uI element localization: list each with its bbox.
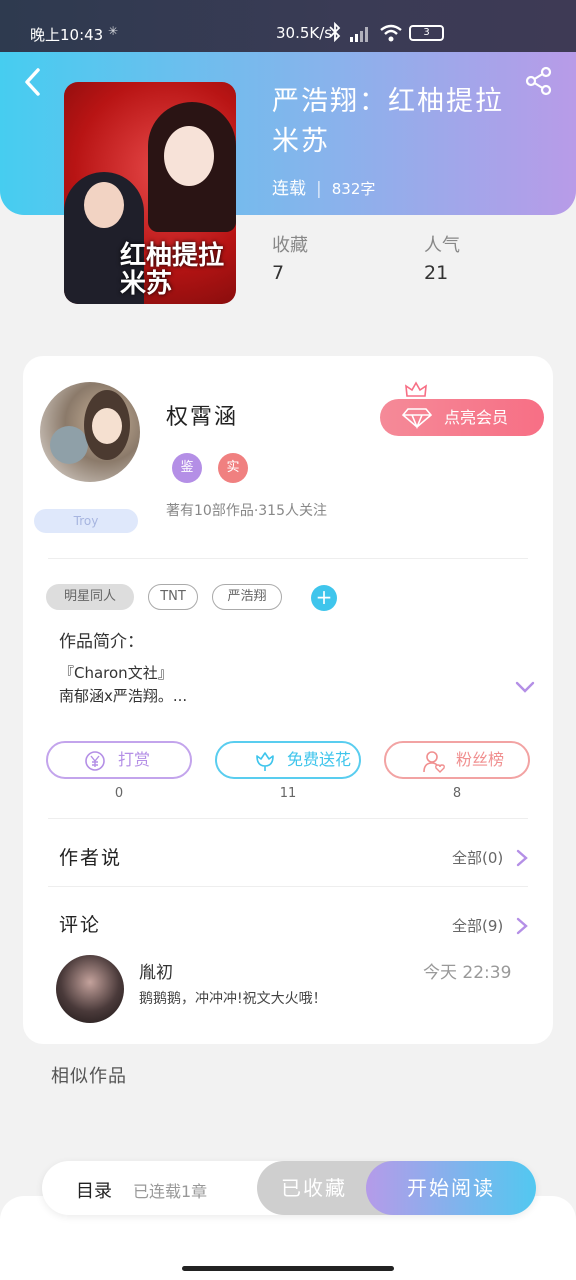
- battery-icon: 3: [409, 25, 444, 41]
- back-button[interactable]: [18, 64, 50, 100]
- status-bar: 晚上10:43 ✳ 30.5K/s 3: [0, 0, 576, 52]
- network-speed: 30.5K/s: [276, 24, 333, 42]
- bluetooth-icon: [328, 21, 342, 46]
- author-avatar[interactable]: [40, 382, 140, 482]
- book-title: 严浩翔：红柚提拉米苏: [272, 86, 504, 157]
- wifi-icon: [379, 24, 403, 46]
- real-name-badge: 实: [218, 453, 248, 483]
- author-meta: 著有10部作品·315人关注: [166, 503, 327, 519]
- comment-time: 今天 22:39: [423, 963, 512, 983]
- home-indicator[interactable]: [182, 1266, 394, 1271]
- intro-line: 南郁涵x严浩翔。...: [59, 687, 188, 705]
- fans-count: 8: [452, 786, 462, 801]
- divider: [48, 818, 528, 819]
- commenter-name[interactable]: 胤初: [139, 958, 173, 983]
- popularity-label: 人气: [424, 235, 460, 256]
- yuan-coin-icon: [85, 751, 105, 771]
- cover-title: 红柚提拉米苏: [120, 241, 225, 299]
- divider: [48, 886, 528, 887]
- favorites-label: 收藏: [272, 235, 308, 256]
- vip-button-label: 点亮会员: [444, 408, 509, 427]
- fan-ranking-button[interactable]: 粉丝榜: [384, 741, 530, 779]
- flower-count: 11: [279, 786, 297, 801]
- intro-line: 『Charon文社』: [59, 664, 173, 682]
- send-flower-button[interactable]: 免费送花: [215, 741, 361, 779]
- cover-face: [84, 182, 124, 228]
- fan-ranking-label: 粉丝榜: [456, 750, 505, 769]
- status-time: 晚上10:43: [30, 26, 104, 44]
- intro-title: 作品简介：: [59, 632, 144, 652]
- cover-face: [164, 126, 214, 186]
- author-says-all-link[interactable]: 全部(0): [452, 847, 503, 868]
- book-cover[interactable]: 红柚提拉米苏: [64, 82, 236, 304]
- comments-title: 评论: [59, 914, 102, 936]
- comment-text[interactable]: 鹅鹅鹅，冲冲冲!祝文大火哦！: [139, 988, 327, 1008]
- similar-works-title: 相似作品: [51, 1066, 127, 1087]
- serial-status: 已连载1章: [133, 1182, 208, 1201]
- diamond-icon: [402, 408, 432, 429]
- table-of-contents-button[interactable]: 目录: [76, 1177, 112, 1203]
- share-button[interactable]: [524, 66, 554, 96]
- chevron-left-icon: [25, 68, 40, 96]
- comments-all-link[interactable]: 全部(9): [452, 915, 503, 936]
- start-reading-button[interactable]: 开始阅读: [366, 1161, 536, 1215]
- share-icon: [525, 66, 552, 96]
- add-tag-button[interactable]: +: [311, 585, 337, 611]
- intro-text: 『Charon文社』 南郁涵x严浩翔。...: [59, 662, 187, 708]
- signal-icon: [350, 26, 372, 42]
- popularity-value: 21: [424, 262, 449, 284]
- flower-icon: [256, 752, 274, 771]
- author-says-title: 作者说: [59, 847, 123, 869]
- tag-item[interactable]: 明星同人: [46, 584, 134, 610]
- book-status-line: 连载 | 832字: [272, 179, 376, 199]
- notification-icon: ✳: [108, 24, 119, 38]
- book-word-count: 832字: [331, 180, 376, 198]
- book-status: 连载: [272, 179, 306, 199]
- author-name[interactable]: 权霄涵: [166, 399, 238, 431]
- chevron-right-icon[interactable]: [515, 848, 529, 872]
- chevron-down-icon[interactable]: [514, 679, 536, 698]
- vip-button[interactable]: 点亮会员: [380, 399, 544, 436]
- verified-badge: 鉴: [172, 453, 202, 483]
- tag-item[interactable]: 严浩翔: [212, 584, 282, 610]
- chevron-right-icon[interactable]: [515, 916, 529, 940]
- user-heart-icon: [423, 751, 445, 773]
- tag-item[interactable]: TNT: [148, 584, 198, 610]
- tip-button[interactable]: 打赏: [46, 741, 192, 779]
- tip-count: 0: [114, 786, 124, 801]
- send-flower-label: 免费送花: [287, 750, 352, 769]
- tip-label: 打赏: [118, 750, 151, 769]
- commenter-avatar[interactable]: [56, 955, 124, 1023]
- divider: [48, 558, 528, 559]
- favorites-value: 7: [272, 262, 285, 284]
- avatar-frame-tag: Troy: [34, 509, 138, 533]
